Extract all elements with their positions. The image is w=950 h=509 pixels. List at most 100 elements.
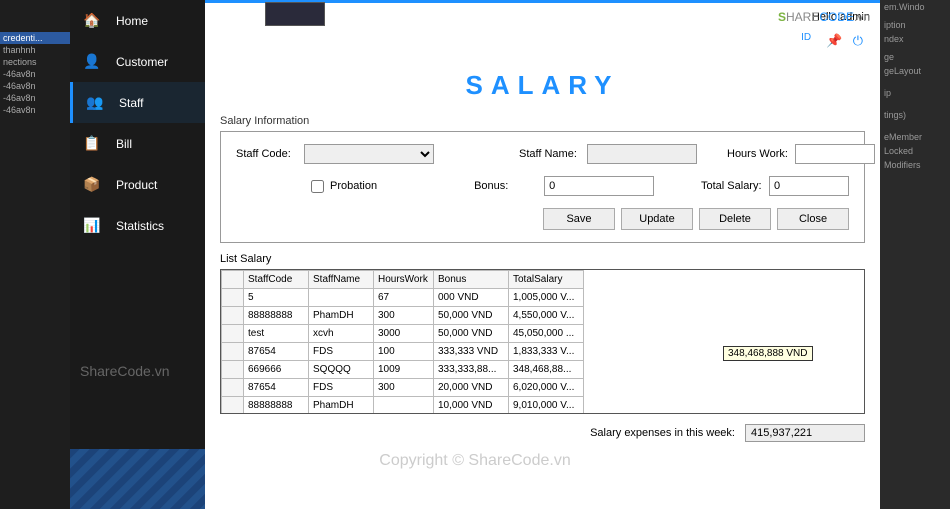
row-header[interactable]: [222, 289, 244, 307]
row-header[interactable]: [222, 343, 244, 361]
property-item: em.Windo: [880, 0, 950, 14]
total-salary-input[interactable]: [769, 176, 849, 196]
cell-staffcode[interactable]: test: [244, 325, 309, 343]
pin-icon[interactable]: 📌: [826, 33, 842, 48]
cell-staffname[interactable]: SQQQQ: [309, 361, 374, 379]
update-button[interactable]: Update: [621, 208, 693, 230]
cell-hours[interactable]: 300: [374, 307, 434, 325]
sidebar-item-label: Bill: [116, 137, 132, 151]
row-header[interactable]: [222, 361, 244, 379]
window-header: Hello:admin: [205, 0, 880, 30]
cell-staffname[interactable]: PhamDH: [309, 397, 374, 415]
cell-staffcode[interactable]: 88888888: [244, 397, 309, 415]
staff-icon: 👥: [83, 94, 107, 111]
cell-staffname[interactable]: [309, 289, 374, 307]
cell-total[interactable]: 4,550,000 V...: [509, 307, 584, 325]
cell-total[interactable]: 1,005,000 V...: [509, 289, 584, 307]
cell-staffcode[interactable]: 5: [244, 289, 309, 307]
cell-total[interactable]: 1,833,333 V...: [509, 343, 584, 361]
table-row[interactable]: 669666SQQQQ1009333,333,88...348,468,88..…: [222, 361, 584, 379]
staff-name-input[interactable]: [587, 144, 697, 164]
property-item: ip: [880, 86, 950, 100]
main-window: Hello:admin ID 📌 ⏻ SALARY Salary Informa…: [205, 0, 880, 509]
cell-hours[interactable]: 67: [374, 289, 434, 307]
staff-name-label: Staff Name:: [519, 148, 587, 160]
cell-staffcode[interactable]: 87654: [244, 343, 309, 361]
cell-staffcode[interactable]: 669666: [244, 361, 309, 379]
cell-total[interactable]: 9,010,000 V...: [509, 397, 584, 415]
power-icon[interactable]: ⏻: [853, 33, 863, 48]
row-header[interactable]: [222, 325, 244, 343]
sidebar-item-home[interactable]: 🏠Home: [70, 0, 205, 41]
cell-hours[interactable]: 1009: [374, 361, 434, 379]
column-header[interactable]: HoursWork: [374, 271, 434, 289]
home-icon: 🏠: [80, 12, 104, 29]
cell-hours[interactable]: 300: [374, 379, 434, 397]
sidebar-item-label: Product: [116, 178, 157, 192]
cell-total[interactable]: 6,020,000 V...: [509, 379, 584, 397]
row-header[interactable]: [222, 397, 244, 415]
cell-hours[interactable]: 3000: [374, 325, 434, 343]
property-item: Locked: [880, 144, 950, 158]
probation-checkbox[interactable]: [311, 180, 324, 193]
sidebar-item-customer[interactable]: 👤Customer: [70, 41, 205, 82]
delete-button[interactable]: Delete: [699, 208, 771, 230]
property-item: ndex: [880, 32, 950, 46]
table-row[interactable]: 88888888PhamDH 10,000 VND9,010,000 V...: [222, 397, 584, 415]
explorer-item: credenti...: [0, 32, 70, 44]
row-header[interactable]: [222, 307, 244, 325]
column-header[interactable]: StaffName: [309, 271, 374, 289]
explorer-item: -46av8n: [0, 80, 70, 92]
property-item: iption: [880, 18, 950, 32]
property-item: ge: [880, 50, 950, 64]
cell-bonus[interactable]: 333,333,88...: [434, 361, 509, 379]
explorer-item: nections: [0, 56, 70, 68]
sidebar-item-staff[interactable]: 👥Staff: [70, 82, 205, 123]
hours-work-input[interactable]: [795, 144, 875, 164]
sidebar-item-bill[interactable]: 📋Bill: [70, 123, 205, 164]
salary-grid[interactable]: StaffCodeStaffNameHoursWorkBonusTotalSal…: [220, 269, 865, 414]
cell-bonus[interactable]: 50,000 VND: [434, 307, 509, 325]
cell-bonus[interactable]: 50,000 VND: [434, 325, 509, 343]
column-header[interactable]: TotalSalary: [509, 271, 584, 289]
table-row[interactable]: testxcvh300050,000 VND45,050,000 ...: [222, 325, 584, 343]
summary-bar: Salary expenses in this week:: [205, 414, 880, 452]
column-header[interactable]: Bonus: [434, 271, 509, 289]
cell-hours[interactable]: 100: [374, 343, 434, 361]
table-row[interactable]: 5 67000 VND1,005,000 V...: [222, 289, 584, 307]
cell-bonus[interactable]: 10,000 VND: [434, 397, 509, 415]
cell-staffname[interactable]: FDS: [309, 379, 374, 397]
table-row[interactable]: 87654FDS30020,000 VND6,020,000 V...: [222, 379, 584, 397]
row-header[interactable]: [222, 379, 244, 397]
cell-bonus[interactable]: 20,000 VND: [434, 379, 509, 397]
explorer-item: thanhnh: [0, 44, 70, 56]
cell-staffcode[interactable]: 88888888: [244, 307, 309, 325]
statistics-icon: 📊: [80, 217, 104, 234]
cell-hours[interactable]: [374, 397, 434, 415]
page-title: SALARY: [205, 70, 880, 101]
column-header[interactable]: StaffCode: [244, 271, 309, 289]
app-sidebar: 🏠Home👤Customer👥Staff📋Bill📦Product 📊 Statis…: [70, 0, 205, 509]
property-item: geLayout: [880, 64, 950, 78]
cell-staffname[interactable]: FDS: [309, 343, 374, 361]
sidebar-item-product[interactable]: 📦Product: [70, 164, 205, 205]
cell-total[interactable]: 45,050,000 ...: [509, 325, 584, 343]
cell-total[interactable]: 348,468,88...: [509, 361, 584, 379]
save-button[interactable]: Save: [543, 208, 615, 230]
staff-code-select[interactable]: [304, 144, 434, 164]
cell-staffcode[interactable]: 87654: [244, 379, 309, 397]
table-row[interactable]: 87654FDS100333,333 VND1,833,333 V...: [222, 343, 584, 361]
sidebar-item-statistics[interactable]: 📊 Statistics: [70, 205, 205, 246]
cell-staffname[interactable]: xcvh: [309, 325, 374, 343]
cell-bonus[interactable]: 333,333 VND: [434, 343, 509, 361]
sidebar-item-label: Statistics: [116, 219, 164, 233]
close-button[interactable]: Close: [777, 208, 849, 230]
cell-staffname[interactable]: PhamDH: [309, 307, 374, 325]
staff-code-label: Staff Code:: [236, 148, 304, 160]
bonus-input[interactable]: [544, 176, 654, 196]
table-row[interactable]: 88888888PhamDH30050,000 VND4,550,000 V..…: [222, 307, 584, 325]
watermark-side: ShareCode.vn: [70, 353, 180, 389]
cell-bonus[interactable]: 000 VND: [434, 289, 509, 307]
expenses-label: Salary expenses in this week:: [590, 427, 735, 439]
expenses-value: [745, 424, 865, 442]
